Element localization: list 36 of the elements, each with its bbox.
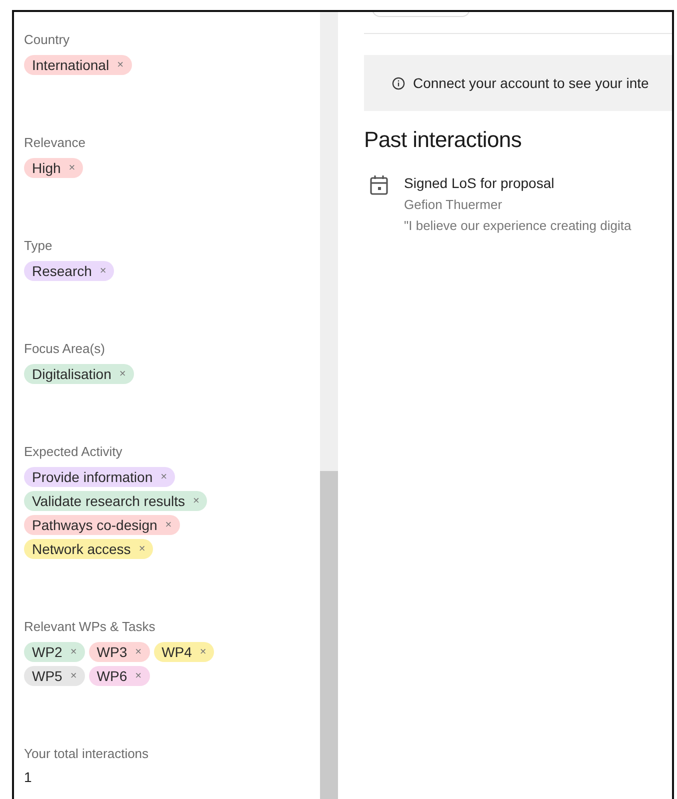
field-label: Your total interactions [24,746,150,761]
remove-button[interactable]: × [119,368,126,380]
tag-chip[interactable]: WP6 × [88,666,150,686]
tag-chip[interactable]: WP4 × [154,642,214,662]
tag-chip[interactable]: WP2 × [24,642,85,662]
tag-chip[interactable]: High × [24,158,84,178]
interaction-count: 1 [24,769,33,785]
field-label: Focus Area(s) [24,341,106,356]
tag-chip[interactable]: WP5 × [24,666,85,686]
field-label: Type [24,238,54,253]
remove-button[interactable]: × [138,543,146,555]
tag-chip[interactable]: Pathways co-design × [24,515,180,535]
tag-chip[interactable]: Digitalisation × [24,364,134,384]
tag-chip[interactable]: International × [24,55,132,75]
interaction-title: Signed LoS for proposal [404,175,556,191]
notice-text: Connect your account to see your inte [413,75,649,91]
scrollbar-thumb[interactable] [320,471,338,799]
remove-button[interactable]: × [70,670,77,682]
tag-chip[interactable]: WP3 × [88,642,150,662]
tag-chip[interactable]: Research × [24,261,114,281]
field-label: Relevance [24,135,86,150]
field-label: Relevant WPs & Tasks [24,619,156,634]
scrollbar-track[interactable] [320,12,338,799]
remove-button[interactable]: × [70,646,77,658]
field-label: Expected Activity [24,444,124,459]
section-heading: Past interactions [364,127,523,153]
calendar-icon [370,175,388,195]
info-icon [392,76,405,90]
field-label: Country [24,32,71,47]
interaction-quote: "I believe our experience creating digita [404,218,632,233]
tag-chip[interactable]: Validate research results × [24,491,208,511]
tag-chip[interactable]: Network access × [24,539,154,559]
tag-chip[interactable]: Provide information × [24,467,176,487]
remove-button[interactable]: × [200,646,206,658]
remove-button[interactable]: × [193,495,200,507]
interaction-author: Gefion Thuermer [404,197,504,212]
